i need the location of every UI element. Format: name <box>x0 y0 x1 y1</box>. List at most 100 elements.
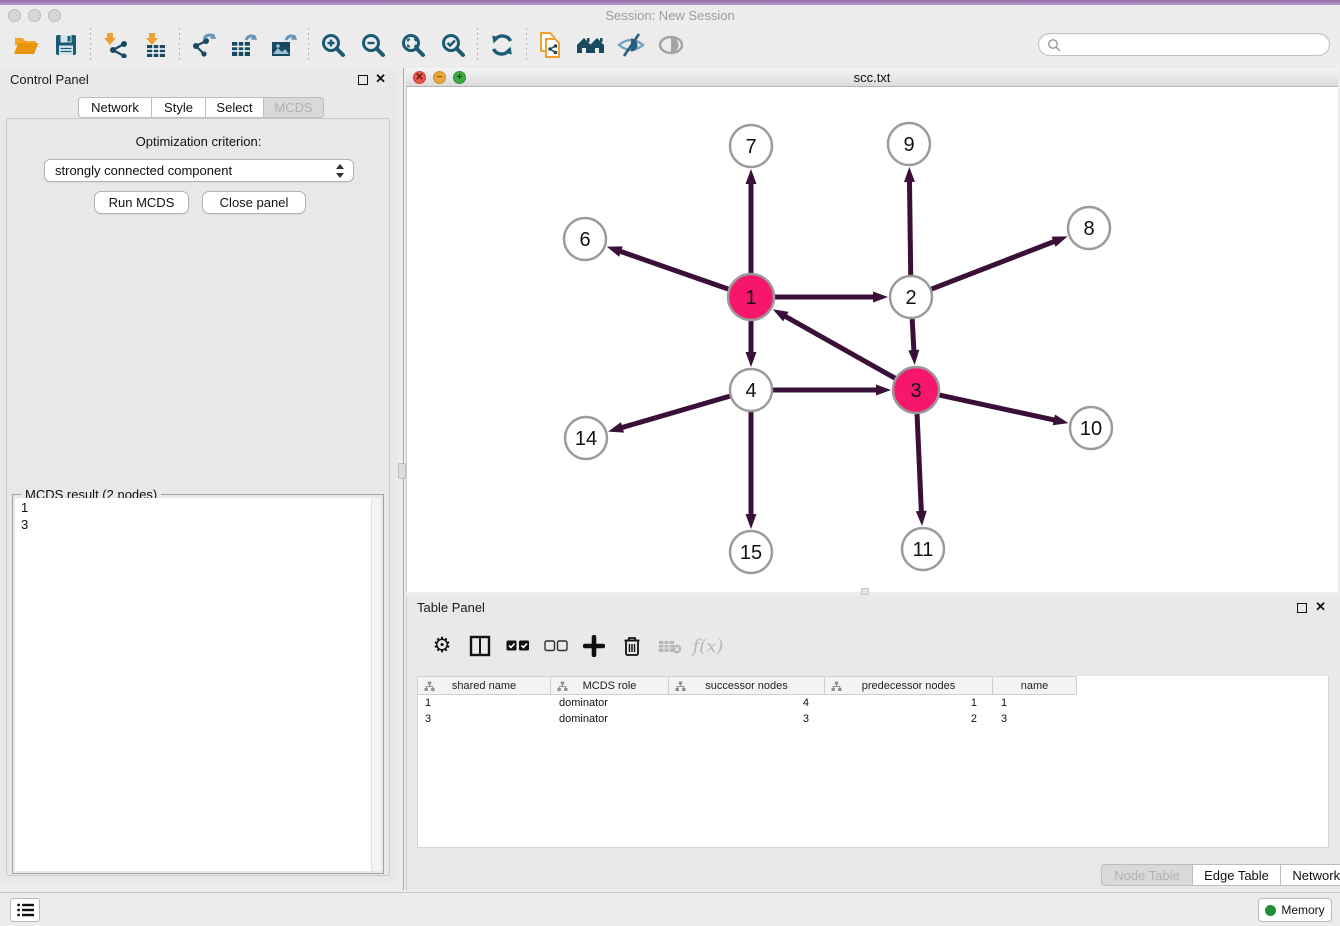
hide-unselected-button[interactable] <box>611 27 651 63</box>
close-panel-icon[interactable]: ✕ <box>1315 600 1326 614</box>
close-panel-icon[interactable]: ✕ <box>375 72 386 86</box>
task-history-button[interactable] <box>10 898 40 922</box>
network-graph[interactable]: 7 9 6 8 1 2 4 3 14 10 15 11 <box>407 87 1339 592</box>
float-panel-icon[interactable] <box>1297 603 1307 613</box>
table-header-row: shared name MCDS role <box>417 676 1077 695</box>
two-houses-icon <box>576 33 606 57</box>
home-neighbors-button[interactable] <box>571 27 611 63</box>
window-title: Session: New Session <box>0 8 1340 23</box>
table-settings-button[interactable]: ⚙ <box>423 631 461 661</box>
mcds-result-group: MCDS result (2 nodes) 1 3 <box>12 494 384 874</box>
cell-successor-nodes[interactable]: 3 <box>669 711 825 727</box>
graph-node-7[interactable]: 7 <box>730 125 772 167</box>
zoom-selected-button[interactable] <box>433 27 473 63</box>
open-session-button[interactable] <box>6 27 46 63</box>
export-network-button[interactable] <box>184 27 224 63</box>
graph-node-9[interactable]: 9 <box>888 123 930 165</box>
open-folder-icon <box>13 33 39 57</box>
edge-3-11[interactable] <box>917 414 921 513</box>
deselect-all-button[interactable] <box>537 631 575 661</box>
cell-predecessor-nodes[interactable]: 1 <box>825 695 993 711</box>
graph-node-15[interactable]: 15 <box>730 531 772 573</box>
cell-name[interactable]: 3 <box>993 711 1077 727</box>
table-row[interactable]: 1 dominator 4 1 1 <box>417 695 1077 711</box>
graph-node-6[interactable]: 6 <box>564 218 606 260</box>
cell-shared-name[interactable]: 3 <box>417 711 551 727</box>
column-header-mcds-role[interactable]: MCDS role <box>551 676 669 695</box>
node-label: 9 <box>903 134 914 156</box>
split-handle[interactable] <box>861 588 869 595</box>
edge-3-10[interactable] <box>939 395 1055 420</box>
export-table-button[interactable] <box>224 27 264 63</box>
edge-1-6[interactable] <box>619 251 728 289</box>
cell-mcds-role[interactable]: dominator <box>551 711 669 727</box>
tab-network[interactable]: Network <box>78 97 152 118</box>
export-image-button[interactable] <box>264 27 304 63</box>
edge-2-8[interactable] <box>932 241 1056 289</box>
search-input[interactable] <box>1061 35 1329 55</box>
network-canvas[interactable]: 7 9 6 8 1 2 4 3 14 10 15 11 <box>406 87 1338 592</box>
save-session-button[interactable] <box>46 27 86 63</box>
result-scrollbar[interactable] <box>371 498 381 871</box>
table-columns-button[interactable] <box>461 631 499 661</box>
graph-node-2[interactable]: 2 <box>890 276 932 318</box>
import-network-button[interactable] <box>95 27 135 63</box>
clone-network-button[interactable] <box>531 27 571 63</box>
graph-node-3[interactable]: 3 <box>893 367 939 413</box>
column-header-successor-nodes[interactable]: successor nodes <box>669 676 825 695</box>
zoom-in-button[interactable] <box>313 27 353 63</box>
tab-network-table[interactable]: Network Table <box>1281 864 1340 886</box>
tab-node-table[interactable]: Node Table <box>1101 864 1193 886</box>
edge-4-14[interactable] <box>621 396 730 428</box>
tab-edge-table[interactable]: Edge Table <box>1193 864 1281 886</box>
tab-style[interactable]: Style <box>152 97 206 118</box>
delete-button[interactable] <box>613 631 651 661</box>
node-label: 2 <box>905 287 916 309</box>
graph-node-1[interactable]: 1 <box>728 274 774 320</box>
graph-node-4[interactable]: 4 <box>730 369 772 411</box>
graph-node-8[interactable]: 8 <box>1068 207 1110 249</box>
graph-node-10[interactable]: 10 <box>1070 407 1112 449</box>
column-header-shared-name[interactable]: shared name <box>417 676 551 695</box>
table-row[interactable]: 3 dominator 3 2 3 <box>417 711 1077 727</box>
split-columns-icon <box>469 635 491 657</box>
cell-mcds-role[interactable]: dominator <box>551 695 669 711</box>
app-window: Session: New Session <box>0 0 1340 926</box>
cell-name[interactable]: 1 <box>993 695 1077 711</box>
tab-select[interactable]: Select <box>206 97 264 118</box>
zoom-in-icon <box>320 32 346 58</box>
edge-arrowhead-icon <box>746 352 757 367</box>
result-line: 1 <box>21 499 371 516</box>
criterion-dropdown[interactable]: strongly connected component <box>44 159 354 182</box>
cell-predecessor-nodes[interactable]: 2 <box>825 711 993 727</box>
cell-successor-nodes[interactable]: 4 <box>669 695 825 711</box>
zoom-out-button[interactable] <box>353 27 393 63</box>
graph-node-11[interactable]: 11 <box>902 528 944 570</box>
run-mcds-button[interactable]: Run MCDS <box>94 191 189 214</box>
panel-divider-handle[interactable] <box>398 463 406 479</box>
toolbar-separator <box>526 28 527 62</box>
close-panel-button[interactable]: Close panel <box>202 191 306 214</box>
search-field[interactable] <box>1038 33 1330 56</box>
refresh-view-button[interactable] <box>482 27 522 63</box>
edge-2-3[interactable] <box>912 319 914 352</box>
graph-node-14[interactable]: 14 <box>565 417 607 459</box>
float-panel-icon[interactable] <box>358 75 368 85</box>
panel-divider[interactable] <box>403 68 404 890</box>
edge-arrowhead-icon <box>916 511 927 526</box>
toolbar-separator <box>308 28 309 62</box>
tab-mcds[interactable]: MCDS <box>264 97 324 118</box>
cell-shared-name[interactable]: 1 <box>417 695 551 711</box>
zoom-fit-button[interactable] <box>393 27 433 63</box>
zoom-fit-icon <box>400 32 426 58</box>
import-table-button[interactable] <box>135 27 175 63</box>
show-details-button[interactable] <box>651 27 691 63</box>
mcds-result-list[interactable]: 1 3 <box>15 498 371 871</box>
memory-button[interactable]: Memory <box>1258 898 1332 922</box>
edge-2-9[interactable] <box>909 180 910 275</box>
column-header-name[interactable]: name <box>993 676 1077 695</box>
column-header-predecessor-nodes[interactable]: predecessor nodes <box>825 676 993 695</box>
select-all-button[interactable] <box>499 631 537 661</box>
edge-3-1[interactable] <box>784 316 895 379</box>
add-button[interactable] <box>575 631 613 661</box>
